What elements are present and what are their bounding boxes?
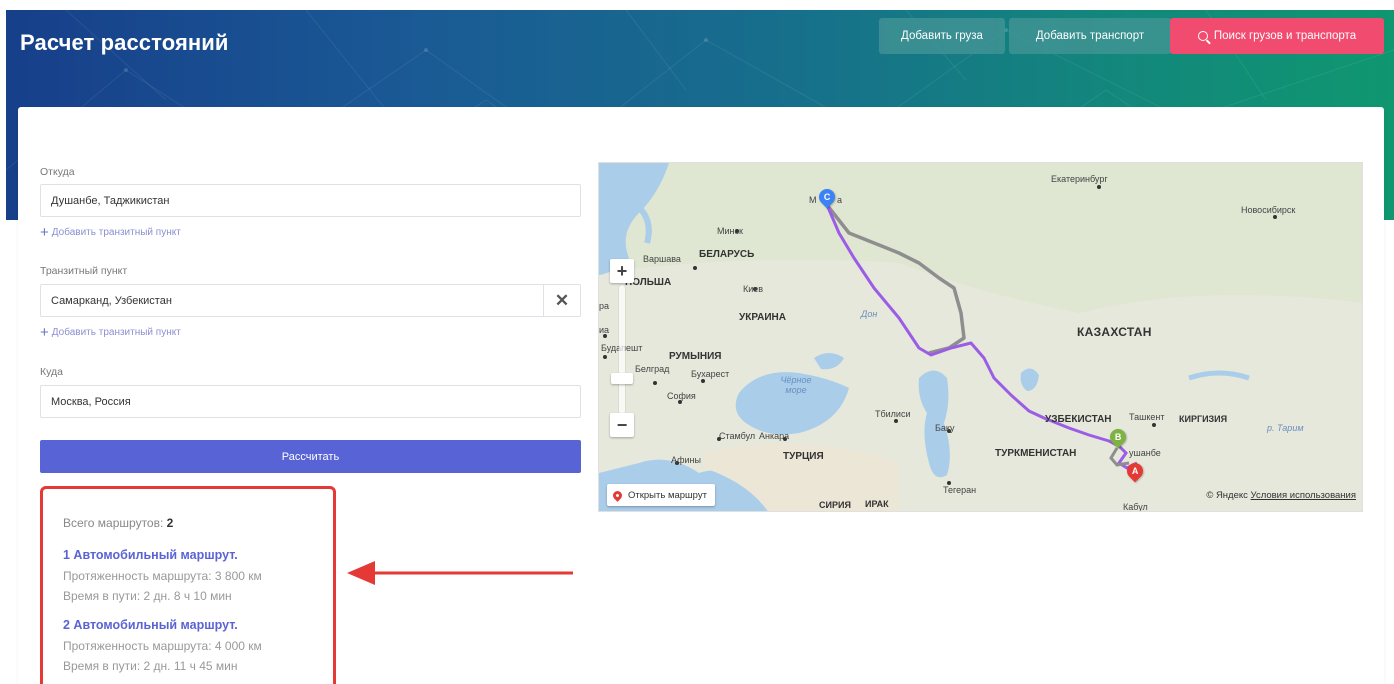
route-2-length: Протяженность маршрута: 4 000 км <box>63 639 262 653</box>
from-value: Душанбе, Таджикистан <box>51 194 170 207</box>
search-icon <box>1197 31 1208 41</box>
marker-c-label: C <box>823 192 831 202</box>
calculate-button[interactable]: Рассчитать <box>40 440 581 473</box>
zoom-slider-handle[interactable] <box>611 373 633 384</box>
map-label-uzbekistan: УЗБЕКИСТАН <box>1045 414 1112 425</box>
route-2-title[interactable]: 2 Автомобильный маршрут. <box>63 618 238 632</box>
map-copyright: © Яндекс Условия использования <box>1206 490 1356 501</box>
annotation-arrow <box>347 561 573 585</box>
add-transit-label: Добавить транзитный пункт <box>51 327 181 338</box>
to-field[interactable]: Москва, Россия <box>40 385 581 418</box>
map-label-sofia: София <box>667 391 696 401</box>
plus-icon: + <box>40 224 49 241</box>
map-label-tbilisi: Тбилиси <box>875 409 911 419</box>
map-label-kiev: Киев <box>743 284 764 294</box>
map-label-belgrade: Белград <box>635 364 670 374</box>
map-label-minsk: Минск <box>717 226 743 236</box>
map-label-ekaterinburg: Екатеринбург <box>1051 174 1108 184</box>
map-label-ankara: Анкара <box>759 431 790 441</box>
plus-icon: + <box>40 324 49 341</box>
route-1-title[interactable]: 1 Автомобильный маршрут. <box>63 548 238 562</box>
route-1-time: Время в пути: 2 дн. 8 ч 10 мин <box>63 589 232 603</box>
from-label: Откуда <box>40 166 75 178</box>
terms-of-use-link[interactable]: Условия использования <box>1251 490 1356 501</box>
transit-label: Транзитный пункт <box>40 265 128 277</box>
map-label-black-sea: Чёрное море <box>780 375 812 395</box>
search-cargo-transport-button[interactable]: Поиск грузов и транспорта <box>1170 18 1384 54</box>
map-label-kyrgyzstan: КИРГИЗИЯ <box>1179 414 1228 424</box>
map-label-athens: Афины <box>671 455 701 465</box>
open-route-button[interactable]: Открыть маршрут <box>607 484 715 506</box>
add-cargo-button[interactable]: Добавить груза <box>879 18 1005 54</box>
transit-field[interactable]: Самарканд, Узбекистан ✕ <box>40 284 581 317</box>
map-label-novosibirsk: Новосибирск <box>1241 205 1296 215</box>
map-label-tehran: Тегеран <box>943 485 977 495</box>
map-label-kazakhstan: КАЗАХСТАН <box>1077 325 1152 339</box>
to-value: Москва, Россия <box>51 395 131 408</box>
map-label-kabul: Кабул <box>1123 502 1148 512</box>
add-transport-button[interactable]: Добавить транспорт <box>1009 18 1171 54</box>
route-map[interactable]: Екатеринбург Новосибирск М а Минск Варша… <box>598 162 1363 512</box>
map-label-don: Дон <box>861 309 878 319</box>
map-label-warsaw: Варшава <box>643 254 681 264</box>
from-field[interactable]: Душанбе, Таджикистан <box>40 184 581 217</box>
map-label-syria: СИРИЯ <box>819 500 851 510</box>
map-label-belarus: БЕЛАРУСЬ <box>699 249 755 260</box>
zoom-slider-track[interactable] <box>619 285 625 415</box>
page: Расчет расстояний Добавить груза Добавит… <box>0 0 1394 684</box>
routes-total-value: 2 <box>166 516 174 530</box>
map-label-bucharest: Бухарест <box>691 369 730 379</box>
route-1-length: Протяженность маршрута: 3 800 км <box>63 569 262 583</box>
map-label-turkey: ТУРЦИЯ <box>783 451 824 462</box>
map-label-istanbul: Стамбул <box>719 431 756 441</box>
search-button-label: Поиск грузов и транспорта <box>1213 30 1357 42</box>
map-label-turkmenistan: ТУРКМЕНИСТАН <box>995 448 1077 459</box>
map-label-ukraine: УКРАИНА <box>739 312 786 323</box>
copyright-text: © Яндекс <box>1206 490 1248 501</box>
map-label-moscow-end: а <box>837 195 843 205</box>
map-label-tarim: р. Тарим <box>1267 423 1304 433</box>
map-label-romania: РУМЫНИЯ <box>669 351 722 362</box>
map-label-moscow: М <box>809 195 817 205</box>
zoom-out-icon[interactable]: − <box>610 413 634 437</box>
marker-b-label: B <box>1114 432 1122 442</box>
marker-a-label: A <box>1131 466 1139 476</box>
results-panel: Всего маршрутов: 2 1 Автомобильный маршр… <box>40 486 336 684</box>
map-label-tashkent: Ташкент <box>1129 412 1165 422</box>
to-label: Куда <box>40 366 63 378</box>
zoom-in-icon[interactable]: + <box>610 259 634 283</box>
page-title: Расчет расстояний <box>20 30 229 55</box>
map-label-ra: ра <box>599 301 610 311</box>
add-transit-link-2[interactable]: + Добавить транзитный пункт <box>40 325 181 340</box>
map-label-dushanbe: ушанбе <box>1129 448 1161 458</box>
add-transit-label: Добавить транзитный пункт <box>51 227 181 238</box>
add-transit-link-1[interactable]: + Добавить транзитный пункт <box>40 225 181 240</box>
remove-transit-icon[interactable]: ✕ <box>543 285 580 316</box>
map-label-ia: иа <box>599 325 610 335</box>
map-pin-icon <box>611 488 624 502</box>
map-terrain <box>599 163 1362 511</box>
route-2-time: Время в пути: 2 дн. 11 ч 45 мин <box>63 659 238 673</box>
routes-total-label: Всего маршрутов: <box>63 516 164 530</box>
open-route-label: Открыть маршрут <box>628 489 707 501</box>
routes-total: Всего маршрутов: 2 <box>63 516 173 530</box>
map-label-baku: Баку <box>935 423 955 433</box>
map-label-iraq: ИРАК <box>865 499 889 509</box>
transit-value: Самарканд, Узбекистан <box>51 294 172 307</box>
